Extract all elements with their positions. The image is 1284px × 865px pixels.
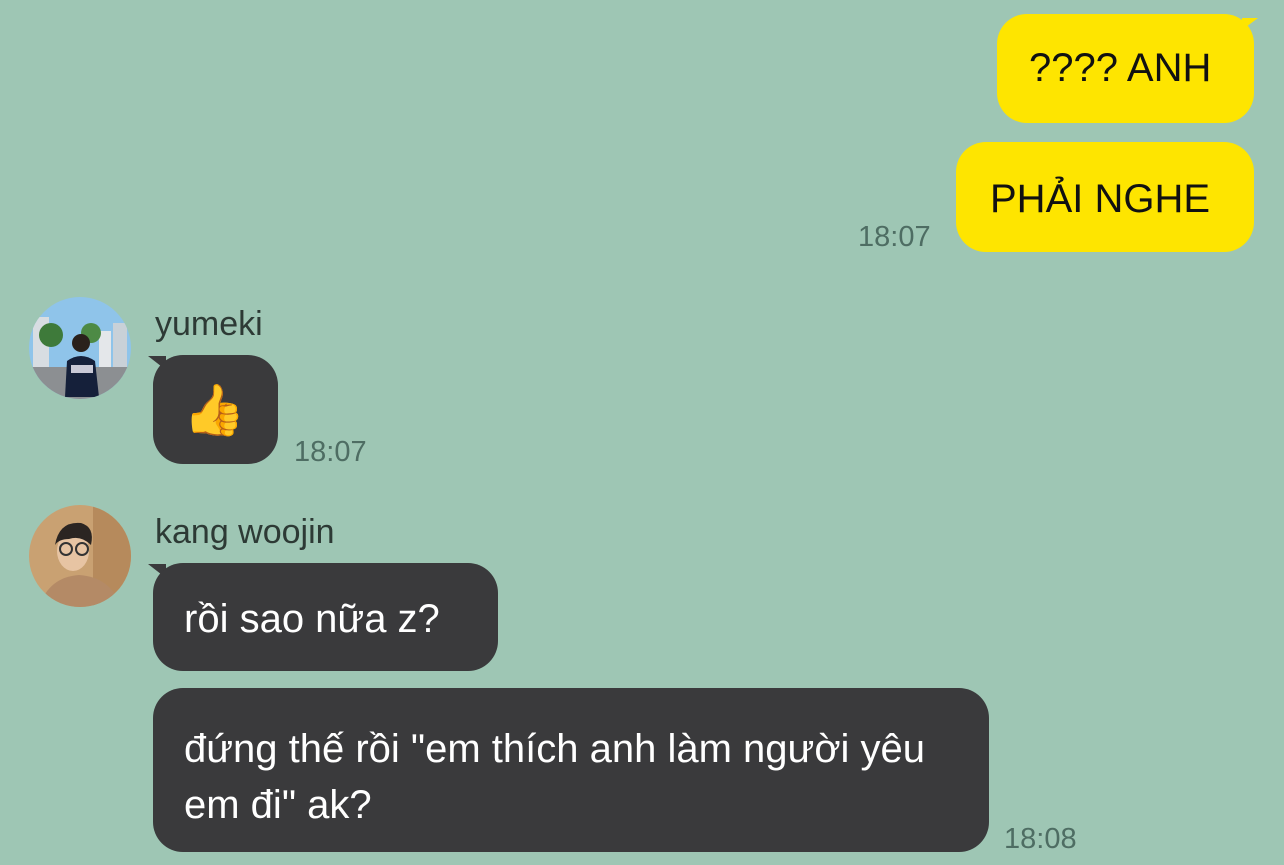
message-timestamp: 18:07 — [294, 436, 367, 468]
message-timestamp: 18:08 — [1004, 823, 1077, 855]
message-timestamp: 18:07 — [858, 221, 931, 253]
profile-photo-icon — [29, 297, 131, 399]
message-text: PHẢI NGHE — [990, 177, 1211, 221]
sender-name: yumeki — [155, 305, 263, 343]
outgoing-message-bubble[interactable]: PHẢI NGHE — [956, 142, 1254, 252]
bubble-tail — [1242, 18, 1264, 30]
avatar-kang-woojin[interactable] — [29, 505, 131, 607]
incoming-message-bubble[interactable]: 👍 — [153, 355, 278, 464]
profile-photo-icon — [29, 505, 131, 607]
thumbs-up-emoji: 👍 — [183, 382, 246, 438]
avatar-yumeki[interactable] — [29, 297, 131, 399]
incoming-message-bubble[interactable]: đứng thế rồi "em thích anh làm người yêu… — [153, 688, 989, 852]
sender-name: kang woojin — [155, 513, 335, 551]
message-text: rồi sao nữa z? — [184, 597, 440, 641]
message-text: đứng thế rồi "em thích anh làm người yêu… — [184, 727, 926, 827]
incoming-message-bubble[interactable]: rồi sao nữa z? — [153, 563, 498, 671]
outgoing-message-bubble[interactable]: ???? ANH — [997, 14, 1254, 123]
message-text: ???? ANH — [1029, 46, 1212, 90]
